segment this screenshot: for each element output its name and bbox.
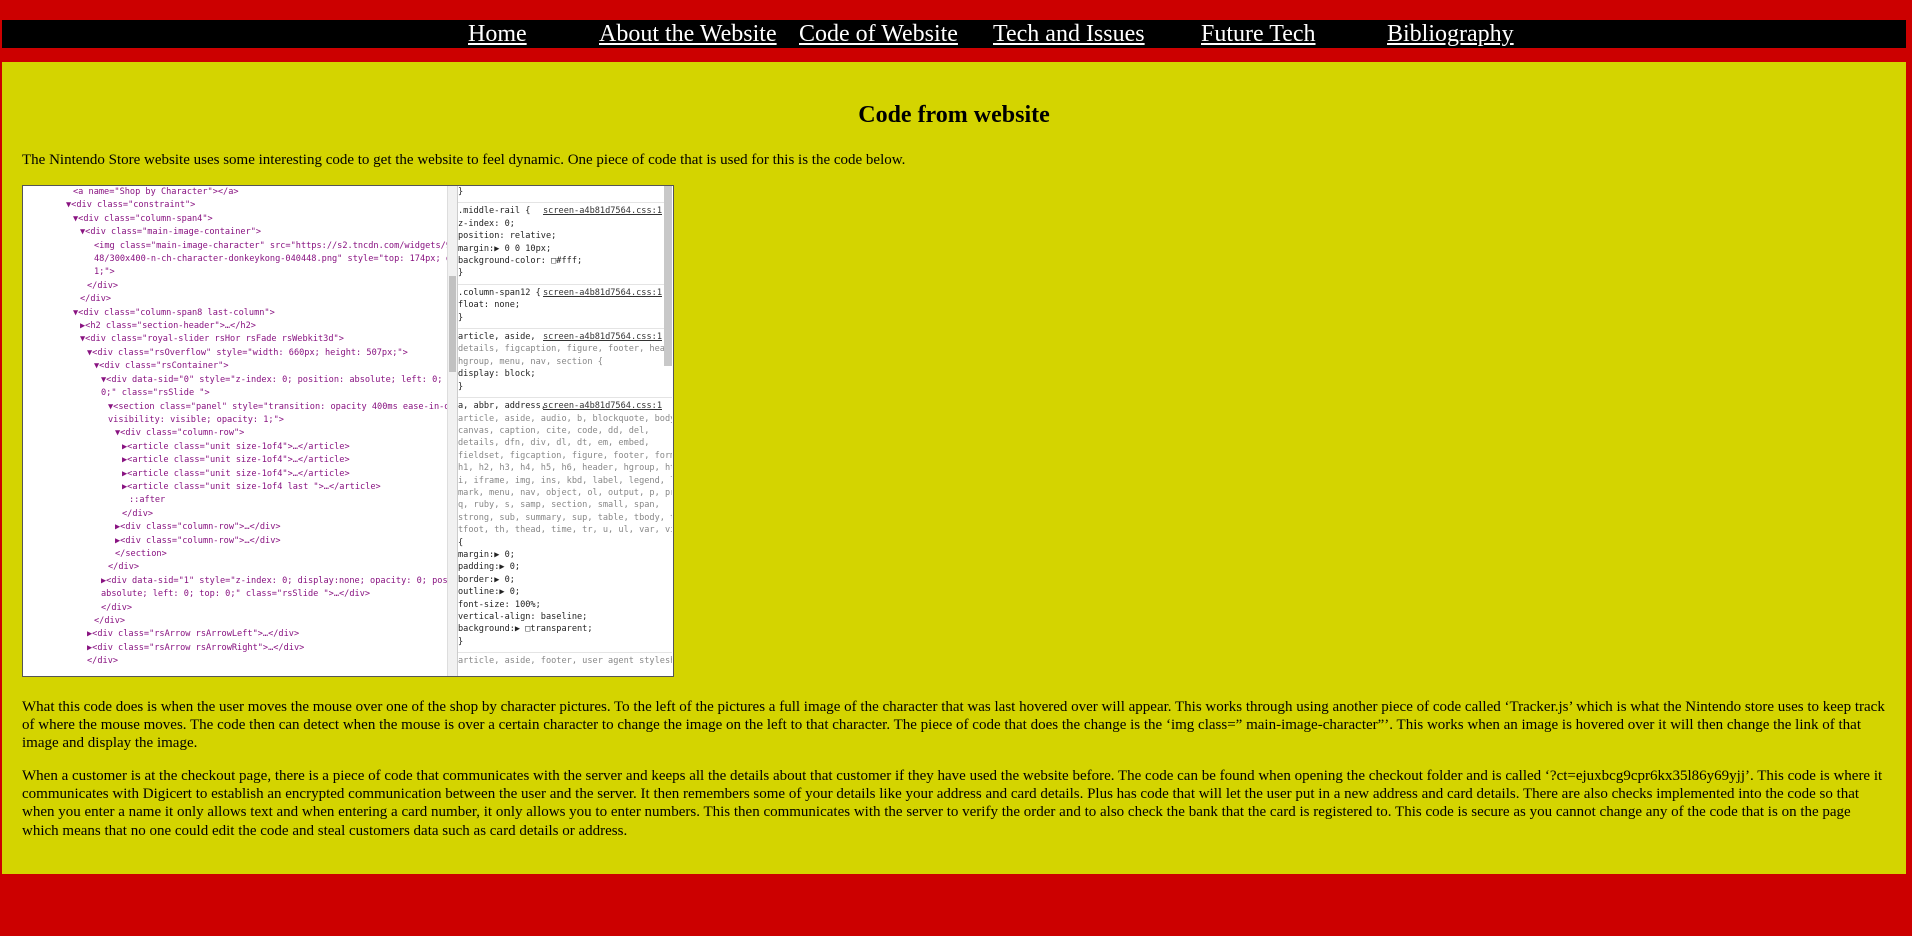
nav-link-future-tech[interactable]: Future Tech: [1201, 20, 1316, 48]
style-line: q, ruby, s, samp, section, small, span,: [458, 500, 660, 511]
style-line: display: block;: [458, 369, 536, 380]
main-content: Code from website The Nintendo Store web…: [2, 62, 1906, 874]
styles-scrollbar: [664, 186, 672, 366]
style-line: z-index: 0;: [458, 218, 515, 229]
style-line: }: [458, 636, 464, 647]
code-line: </div>: [101, 602, 133, 613]
page-title: Code from website: [858, 102, 1050, 128]
code-screenshot-image: <a name="Shop by Character"></a> ▼<div cl…: [22, 185, 674, 677]
style-line: margin:▶ 0 0 10px;: [458, 243, 552, 254]
style-line: tfoot, th, thead, time, tr, u, ul, var, …: [458, 525, 672, 536]
code-line: ▶<article class="unit size-1of4">…</arti…: [122, 455, 350, 466]
code-line: </div>: [94, 616, 126, 626]
style-selector: a, abbr, address,: [458, 401, 546, 412]
code-line: ▶<div data-sid="1" style="z-index: 0; di…: [101, 575, 447, 586]
code-line: ▼<div class="rsOverflow" style="width: 6…: [87, 347, 408, 358]
style-line: article, aside, audio, b, blockquote, bo…: [458, 413, 672, 424]
devtools-styles-pane: } screen-a4b81d7564.css:1 .middle-rail { z…: [457, 186, 672, 676]
code-line: ▶<div class="column-row">…</div>: [115, 522, 281, 533]
nav-link-home[interactable]: Home: [468, 20, 527, 48]
style-line: position: relative;: [458, 231, 557, 242]
style-source-link: screen-a4b81d7564.css:1: [543, 287, 662, 298]
code-line: ▶<article class="unit size-1of4">…</arti…: [122, 441, 350, 452]
style-line: font-size: 100%;: [458, 599, 541, 610]
style-line: }: [458, 381, 464, 392]
style-line: details, figcaption, figure, footer, hea…: [458, 344, 672, 355]
style-line: }: [458, 312, 464, 323]
code-line: ▶<article class="unit size-1of4 last ">……: [122, 481, 381, 492]
body-paragraph-tracker: What this code does is when the user mov…: [22, 699, 1885, 752]
style-line: background-color: □#fff;: [458, 256, 583, 267]
style-line: fieldset, figcaption, figure, footer, fo…: [458, 450, 672, 461]
style-line: screen-a4b81d7564.css:1 article, aside,: [458, 328, 672, 343]
style-line: padding:▶ 0;: [458, 562, 521, 573]
devtools-elements-pane: <a name="Shop by Character"></a> ▼<div cl…: [23, 186, 447, 676]
style-line: article, aside, footer, user agent style…: [458, 652, 672, 667]
style-line: i, iframe, img, ins, kbd, label, legend,…: [458, 475, 672, 486]
style-line: mark, menu, nav, object, ol, output, p, …: [458, 487, 672, 498]
code-line: ▼<div class="main-image-container">: [80, 227, 262, 238]
style-line: }: [458, 268, 464, 279]
style-line: outline:▶ 0;: [458, 587, 521, 598]
style-line: margin:▶ 0;: [458, 549, 515, 560]
code-line: 0;" class="rsSlide ">: [101, 388, 210, 399]
style-line: }: [458, 187, 464, 197]
style-selector: .column-span12 {: [458, 287, 541, 298]
code-line: </div>: [122, 508, 154, 519]
nav-link-bibliography[interactable]: Bibliography: [1387, 20, 1514, 48]
code-line: ▶<div class="rsArrow rsArrowLeft">…</div…: [87, 629, 300, 640]
code-line: ▶<div class="column-row">…</div>: [115, 535, 281, 546]
style-source-link: screen-a4b81d7564.css:1: [543, 206, 662, 217]
code-line: </div>: [87, 280, 119, 291]
nav-link-about-the-website[interactable]: About the Website: [599, 20, 777, 48]
code-line: ▼<div class="column-span8 last-column">: [73, 307, 275, 318]
code-line: ▶<article class="unit size-1of4">…</arti…: [122, 468, 350, 479]
style-line: screen-a4b81d7564.css:1 a, abbr, address,: [458, 397, 672, 412]
code-line: ▼<div data-sid="0" style="z-index: 0; po…: [101, 374, 447, 385]
style-selector: .middle-rail {: [458, 206, 531, 217]
style-line: strong, sub, summary, sup, table, tbody,…: [458, 512, 672, 523]
code-line: ▼<div class="constraint">: [66, 200, 196, 211]
style-line: background:▶ □transparent;: [458, 624, 593, 635]
style-line: screen-a4b81d7564.css:1 .middle-rail {: [458, 202, 672, 217]
style-line: float: none;: [458, 300, 521, 311]
style-line: hgroup, menu, nav, section {: [458, 356, 603, 367]
code-line: ▶<div class="rsArrow rsArrowRight">…</di…: [87, 642, 305, 653]
style-source-link: screen-a4b81d7564.css:1: [543, 332, 662, 343]
style-selector: article, aside,: [458, 332, 536, 343]
code-line: <a name="Shop by Character"></a>: [73, 187, 239, 197]
intro-paragraph: The Nintendo Store website uses some int…: [22, 152, 906, 168]
style-line: screen-a4b81d7564.css:1 .column-span12 {: [458, 283, 672, 299]
code-line: ▶<h2 class="section-header">…</h2>: [80, 321, 256, 332]
code-line: ▼<div class="royal-slider rsHor rsFade r…: [80, 334, 344, 345]
body-paragraph-checkout: When a customer is at the checkout page,…: [22, 768, 1883, 839]
code-line: </section>: [115, 548, 167, 559]
style-line: canvas, caption, cite, code, dd, del,: [458, 425, 650, 436]
style-line: details, dfn, div, dl, dt, em, embed,: [458, 438, 650, 449]
style-source-link: screen-a4b81d7564.css:1: [543, 401, 662, 412]
code-line: ▼<section class="panel" style="transitio…: [108, 401, 447, 412]
code-line: absolute; left: 0; top: 0;" class="rsSli…: [101, 589, 371, 600]
code-line: ::after: [129, 495, 166, 506]
style-line: vertical-align: baseline;: [458, 612, 588, 622]
code-line: visibility: visible; opacity: 1;">: [108, 414, 284, 425]
code-line: 48/300x400-n-ch-character-donkeykong-040…: [94, 254, 447, 265]
nav-link-tech-and-issues[interactable]: Tech and Issues: [993, 20, 1145, 48]
style-line: {: [458, 537, 464, 548]
top-nav-bar: Home About the Website Code of Website T…: [2, 20, 1906, 48]
code-line: </div>: [108, 562, 140, 573]
style-line: h1, h2, h3, h4, h5, h6, header, hgroup, …: [458, 463, 672, 474]
elements-scroll-thumb: [449, 276, 456, 372]
code-line: </div>: [87, 656, 119, 667]
nav-link-code-of-website[interactable]: Code of Website: [799, 20, 958, 48]
elements-scrollbar: [447, 186, 457, 676]
code-line: ▼<div class="column-row">: [115, 428, 245, 439]
code-line: ▼<div class="rsContainer">: [94, 361, 229, 372]
style-line: border:▶ 0;: [458, 574, 515, 585]
code-line: <img class="main-image-character" src="h…: [94, 240, 447, 251]
code-line: </div>: [80, 294, 112, 305]
code-line: ▼<div class="column-span4">: [73, 213, 213, 224]
code-line: 1;">: [94, 267, 115, 278]
